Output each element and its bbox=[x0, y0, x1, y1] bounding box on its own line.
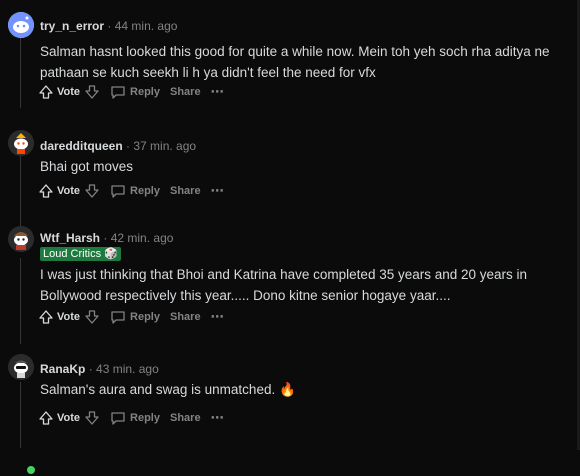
vote-control: Vote bbox=[38, 84, 100, 100]
upvote-icon[interactable] bbox=[38, 84, 54, 100]
vote-control: Vote bbox=[38, 309, 100, 325]
comment-meta: try_n_error · 44 min. ago bbox=[40, 18, 177, 34]
vote-label: Vote bbox=[57, 311, 81, 323]
comment-actions: Vote Reply Share ⋯ bbox=[38, 408, 235, 428]
flair-label: Loud Critics bbox=[43, 248, 102, 260]
vote-label: Vote bbox=[57, 412, 81, 424]
comment-bubble-icon bbox=[111, 86, 125, 99]
reply-button[interactable]: Reply bbox=[110, 410, 160, 426]
comment-text: Salman's aura and swag is unmatched. 🔥 bbox=[40, 382, 296, 397]
timestamp[interactable]: 37 min. ago bbox=[133, 139, 196, 153]
thread-line[interactable] bbox=[20, 38, 21, 108]
comment-actions: Vote Reply Share ⋯ bbox=[38, 307, 235, 327]
reply-button[interactable]: Reply bbox=[110, 84, 160, 100]
thread-line[interactable] bbox=[20, 382, 21, 448]
share-button[interactable]: Share bbox=[170, 412, 201, 424]
more-options-icon[interactable]: ⋯ bbox=[211, 410, 225, 426]
avatar[interactable] bbox=[8, 226, 34, 252]
user-flair: Loud Critics 🎲 bbox=[40, 247, 121, 261]
timestamp[interactable]: 44 min. ago bbox=[115, 19, 178, 33]
avatar[interactable] bbox=[8, 12, 34, 38]
author-name[interactable]: daredditqueen bbox=[40, 139, 123, 153]
reply-label: Reply bbox=[130, 412, 160, 424]
author-name[interactable]: Wtf_Harsh bbox=[40, 231, 100, 245]
separator: · bbox=[103, 231, 108, 245]
author-name[interactable]: try_n_error bbox=[40, 19, 104, 33]
comment-text: I was just thinking that Bhoi and Katrin… bbox=[40, 267, 528, 303]
share-label: Share bbox=[170, 311, 201, 323]
snoo-avatar-icon bbox=[8, 130, 34, 156]
separator: · bbox=[126, 139, 131, 153]
share-button[interactable]: Share bbox=[170, 311, 201, 323]
more-options-icon[interactable]: ⋯ bbox=[211, 84, 225, 100]
timestamp[interactable]: 42 min. ago bbox=[111, 231, 174, 245]
upvote-icon[interactable] bbox=[38, 309, 54, 325]
comment-bubble-icon bbox=[111, 412, 125, 425]
reply-button[interactable]: Reply bbox=[110, 183, 160, 199]
share-button[interactable]: Share bbox=[170, 185, 201, 197]
share-label: Share bbox=[170, 412, 201, 424]
vote-control: Vote bbox=[38, 410, 100, 426]
thread-line[interactable] bbox=[20, 156, 21, 226]
comment-meta: daredditqueen · 37 min. ago bbox=[40, 138, 196, 154]
comment-text: Bhai got moves bbox=[40, 159, 134, 174]
upvote-icon[interactable] bbox=[38, 410, 54, 426]
separator: · bbox=[107, 19, 112, 33]
snoo-avatar-icon bbox=[8, 226, 34, 252]
separator: · bbox=[88, 362, 93, 376]
share-button[interactable]: Share bbox=[170, 86, 201, 98]
vote-label: Vote bbox=[57, 185, 81, 197]
reply-label: Reply bbox=[130, 185, 160, 197]
comment-bubble-icon bbox=[111, 185, 125, 198]
comment-meta: Wtf_Harsh · 42 min. ago bbox=[40, 230, 173, 246]
flair-emoji-icon: 🎲 bbox=[104, 248, 118, 260]
more-options-icon[interactable]: ⋯ bbox=[211, 309, 225, 325]
timestamp[interactable]: 43 min. ago bbox=[96, 362, 159, 376]
reply-button[interactable]: Reply bbox=[110, 309, 160, 325]
downvote-icon[interactable] bbox=[84, 84, 100, 100]
share-label: Share bbox=[170, 86, 201, 98]
downvote-icon[interactable] bbox=[84, 183, 100, 199]
comment-meta: RanaKp · 43 min. ago bbox=[40, 361, 159, 377]
downvote-icon[interactable] bbox=[84, 309, 100, 325]
avatar[interactable] bbox=[8, 354, 34, 380]
online-status-icon bbox=[25, 464, 37, 476]
upvote-icon[interactable] bbox=[38, 183, 54, 199]
comment-actions: Vote Reply Share ⋯ bbox=[38, 82, 235, 102]
thread-line[interactable] bbox=[20, 258, 21, 344]
comment-actions: Vote Reply Share ⋯ bbox=[38, 181, 235, 201]
share-label: Share bbox=[170, 185, 201, 197]
snoo-avatar-icon bbox=[8, 354, 34, 380]
downvote-icon[interactable] bbox=[84, 410, 100, 426]
reply-label: Reply bbox=[130, 86, 160, 98]
comment-text: Salman hasnt looked this good for quite … bbox=[40, 44, 550, 80]
author-name[interactable]: RanaKp bbox=[40, 362, 85, 376]
vote-control: Vote bbox=[38, 183, 100, 199]
snoo-avatar-icon bbox=[8, 12, 34, 38]
avatar[interactable] bbox=[8, 130, 34, 156]
vote-label: Vote bbox=[57, 86, 81, 98]
more-options-icon[interactable]: ⋯ bbox=[211, 183, 225, 199]
comment-bubble-icon bbox=[111, 311, 125, 324]
reply-label: Reply bbox=[130, 311, 160, 323]
